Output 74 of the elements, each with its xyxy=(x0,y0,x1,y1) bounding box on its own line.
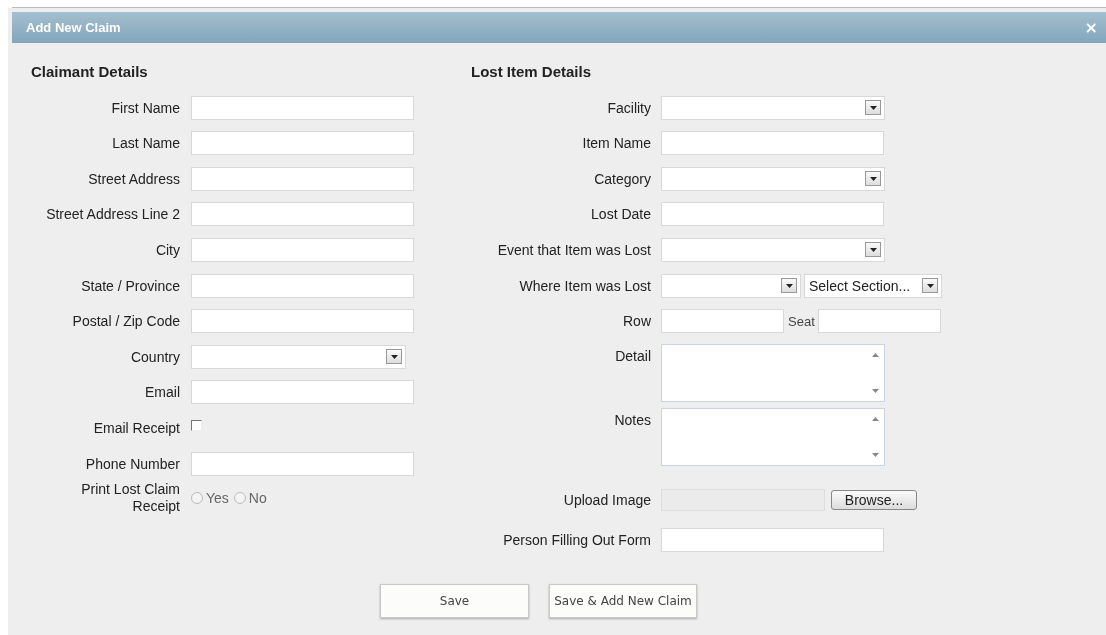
text-field[interactable] xyxy=(191,380,414,405)
field-label: Detail xyxy=(614,346,651,364)
field-label: Last Name xyxy=(111,135,180,152)
checkbox[interactable] xyxy=(191,420,202,432)
field-label: Lost Date xyxy=(590,206,651,223)
section-heading: Claimant Details xyxy=(31,63,149,81)
scroll-up-icon[interactable] xyxy=(872,352,879,357)
text-field[interactable] xyxy=(191,95,414,120)
caret-icon xyxy=(926,283,934,288)
field-label: Upload Image xyxy=(562,491,651,508)
caret-icon xyxy=(869,247,877,252)
dropdown-value: Select Section... xyxy=(809,277,911,294)
dropdown-button[interactable] xyxy=(865,242,881,258)
text-field[interactable] xyxy=(661,131,884,156)
dropdown-field[interactable] xyxy=(661,166,885,191)
field-label: Seat xyxy=(788,313,815,329)
text-field[interactable] xyxy=(191,166,414,191)
field-label: Print Lost Claim Receipt xyxy=(80,481,180,516)
text-field[interactable] xyxy=(191,237,414,262)
field-label: Postal / Zip Code xyxy=(71,313,180,330)
dialog-title: Add New Claim xyxy=(26,20,121,35)
caret-icon xyxy=(390,354,398,359)
field-label: Category xyxy=(593,170,651,187)
dropdown-button[interactable] xyxy=(865,171,881,187)
text-field[interactable] xyxy=(191,273,414,298)
dropdown-button[interactable] xyxy=(865,100,881,116)
field-label: City xyxy=(154,241,180,258)
text-field[interactable] xyxy=(191,131,414,156)
browse-button[interactable]: Browse... xyxy=(831,489,917,510)
dropdown-field[interactable] xyxy=(661,237,885,262)
section-heading: Lost Item Details xyxy=(471,63,593,81)
field-label: Street Address Line 2 xyxy=(45,206,180,223)
save-and-add-button[interactable]: Save & Add New Claim xyxy=(549,583,697,618)
field-label: Notes xyxy=(613,411,651,429)
field-label: Facility xyxy=(606,99,651,116)
dropdown-button[interactable] xyxy=(922,278,938,294)
dropdown-button[interactable] xyxy=(386,349,402,365)
field-label: Person Filling Out Form xyxy=(502,531,651,548)
radio-label: Yes xyxy=(206,490,229,507)
save-button[interactable]: Save xyxy=(380,583,529,618)
dropdown-field[interactable]: Select Section... xyxy=(804,273,942,298)
field-label: Country xyxy=(129,348,180,365)
scroll-down-icon[interactable] xyxy=(872,453,879,458)
field-label: Email xyxy=(144,384,180,401)
radio-button[interactable] xyxy=(233,492,246,505)
text-field[interactable] xyxy=(817,309,941,334)
scroll-down-icon[interactable] xyxy=(872,388,879,393)
field-label: State / Province xyxy=(80,277,180,294)
text-area[interactable] xyxy=(661,408,885,467)
text-field[interactable] xyxy=(191,309,414,334)
field-label: Row xyxy=(622,313,651,330)
dropdown-button[interactable] xyxy=(781,278,797,294)
caret-icon xyxy=(869,176,877,181)
field-label: Street Address xyxy=(87,170,180,187)
caret-icon xyxy=(869,105,877,110)
caret-icon xyxy=(785,283,793,288)
field-label: Phone Number xyxy=(84,455,180,472)
field-label: Item Name xyxy=(581,135,651,152)
text-field[interactable] xyxy=(191,451,414,476)
field-label: Where Item was Lost xyxy=(518,277,651,294)
radio-button[interactable] xyxy=(191,492,203,505)
dropdown-field[interactable] xyxy=(191,344,406,369)
field-label: First Name xyxy=(110,99,180,116)
dropdown-field[interactable] xyxy=(661,273,801,298)
scroll-up-icon[interactable] xyxy=(872,417,879,422)
text-field[interactable] xyxy=(191,202,414,227)
radio-label: No xyxy=(248,490,267,507)
text-field[interactable] xyxy=(661,309,784,334)
text-field[interactable] xyxy=(661,527,884,552)
field-label: Email Receipt xyxy=(92,419,180,436)
field-label: Event that Item was Lost xyxy=(496,241,651,258)
text-field[interactable] xyxy=(661,202,884,227)
text-area[interactable] xyxy=(661,343,885,402)
dropdown-field[interactable] xyxy=(661,95,885,120)
